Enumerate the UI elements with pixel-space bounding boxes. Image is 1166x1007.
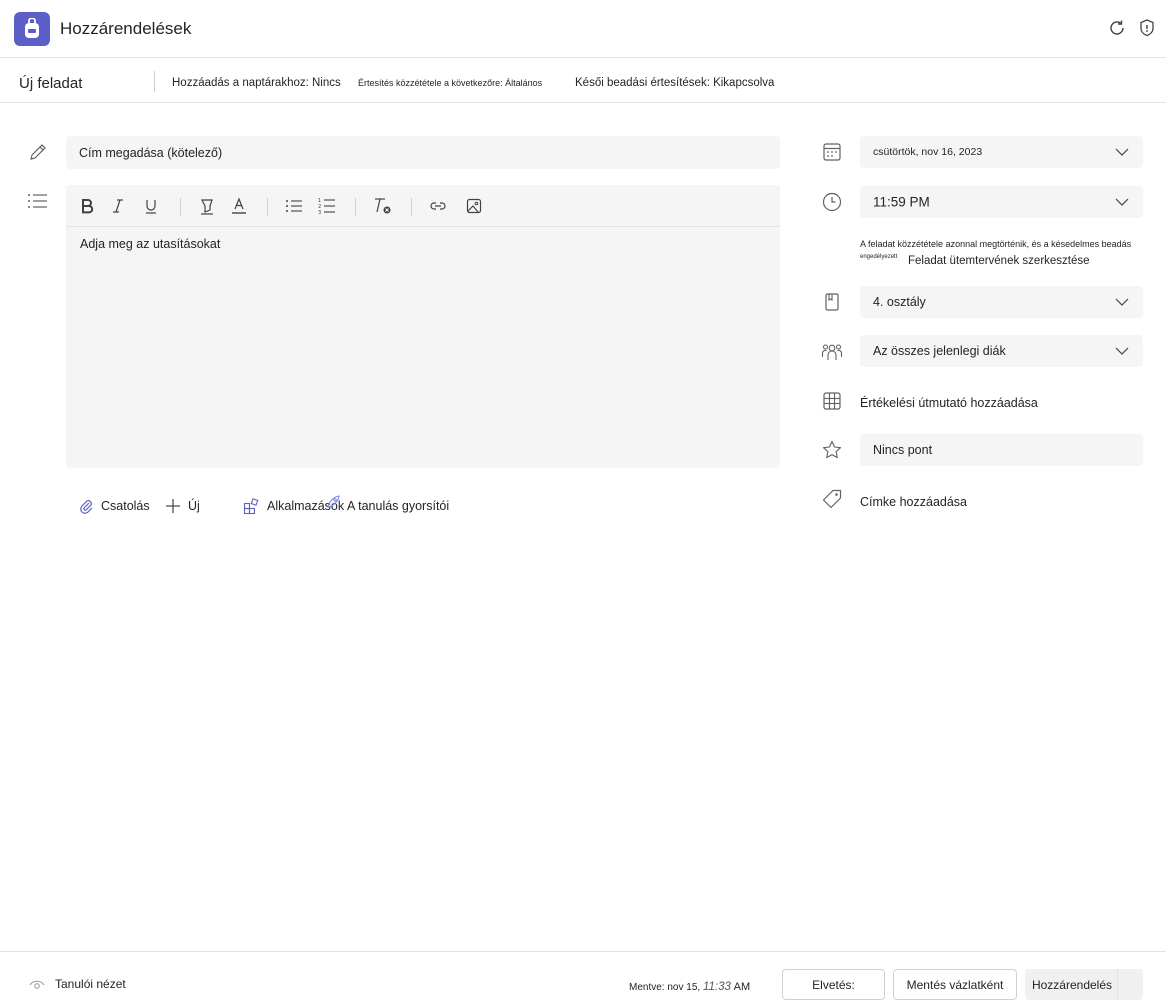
- calendar-setting-link[interactable]: Hozzáadás a naptárakhoz: Nincs: [172, 77, 341, 89]
- student-view-label: Tanulói nézet: [55, 977, 126, 991]
- refresh-icon[interactable]: [1107, 18, 1127, 38]
- footer-bar: Tanulói nézet Mentve: nov 15, 11:33 AM E…: [0, 951, 1166, 1007]
- svg-text:3: 3: [318, 210, 321, 215]
- assign-split-divider: [1117, 969, 1118, 1000]
- edit-schedule-link[interactable]: Feladat ütemtervének szerkesztése: [908, 255, 1090, 267]
- link-icon[interactable]: [428, 196, 448, 216]
- learning-accelerators-button[interactable]: A tanulás gyorsítói: [325, 494, 449, 514]
- due-time-dropdown[interactable]: 11:59 PM: [860, 186, 1143, 218]
- save-draft-button[interactable]: Mentés vázlatként: [893, 969, 1017, 1000]
- bullet-list-icon[interactable]: [284, 196, 304, 216]
- due-date-dropdown[interactable]: csütörtök, nov 16, 2023: [860, 136, 1143, 168]
- class-notebook-icon: [821, 291, 843, 313]
- students-dropdown[interactable]: Az összes jelenlegi diák: [860, 335, 1143, 367]
- bold-icon[interactable]: [77, 196, 97, 216]
- image-icon[interactable]: [464, 196, 484, 216]
- highlight-icon[interactable]: [197, 196, 217, 216]
- points-input[interactable]: Nincs pont: [860, 434, 1143, 466]
- attach-button[interactable]: Csatolás: [78, 496, 150, 516]
- backpack-icon: [14, 12, 50, 46]
- new-button[interactable]: Új: [165, 496, 200, 516]
- format-toolbar: 123: [66, 185, 780, 227]
- chevron-down-icon: [1115, 347, 1129, 355]
- divider: [154, 71, 155, 92]
- toolbar-divider: [180, 198, 181, 216]
- students-value: Az összes jelenlegi diák: [873, 344, 1006, 358]
- schedule-note-small: engedélyezett: [860, 254, 898, 260]
- assignment-settings-bar: Új feladat Hozzáadás a naptárakhoz: Ninc…: [0, 58, 1166, 103]
- points-value: Nincs pont: [873, 443, 933, 457]
- pencil-icon: [28, 142, 48, 167]
- font-color-icon[interactable]: [229, 196, 249, 216]
- toolbar-divider: [267, 198, 268, 216]
- new-label: Új: [188, 499, 200, 513]
- page-title: Új feladat: [19, 75, 83, 92]
- toolbar-divider: [355, 198, 356, 216]
- tag-icon: [821, 488, 843, 510]
- app-title: Hozzárendelések: [60, 19, 192, 38]
- class-dropdown[interactable]: 4. osztály: [860, 286, 1143, 318]
- numbered-list-icon[interactable]: 123: [317, 196, 337, 216]
- learning-accelerators-label: A tanulás gyorsítói: [347, 499, 450, 513]
- plus-icon: [166, 499, 180, 513]
- discard-button[interactable]: Elvetés:: [782, 969, 885, 1000]
- italic-icon[interactable]: [108, 196, 128, 216]
- late-submission-setting-link[interactable]: Késői beadási értesítések: Kikapcsolva: [575, 77, 774, 89]
- saved-label: Mentve: nov 15,: [629, 982, 701, 993]
- student-view-button[interactable]: Tanulói nézet: [29, 977, 126, 991]
- calendar-icon: [821, 141, 843, 163]
- clear-format-icon[interactable]: [372, 196, 392, 216]
- text-description-icon: [27, 192, 49, 215]
- assign-button[interactable]: Hozzárendelés: [1025, 969, 1143, 1000]
- notify-setting-link[interactable]: Értesítés közzététele a következőre: Ált…: [358, 78, 542, 88]
- schedule-note: A feladat közzététele azonnal megtörténi…: [860, 239, 1132, 249]
- app-header: Hozzárendelések: [0, 0, 1166, 58]
- rocket-icon: [327, 495, 340, 508]
- underline-icon[interactable]: [141, 196, 161, 216]
- assign-label: Hozzárendelés: [1031, 977, 1113, 992]
- due-time-value: 11:59 PM: [873, 194, 930, 210]
- rubric-grid-icon: [821, 390, 843, 412]
- star-icon: [821, 439, 843, 461]
- chevron-down-icon: [1115, 198, 1129, 206]
- title-input[interactable]: [66, 136, 780, 169]
- clock-icon: [821, 191, 843, 213]
- instructions-placeholder[interactable]: Adja meg az utasításokat: [80, 237, 220, 251]
- chevron-down-icon: [1115, 298, 1129, 306]
- add-tag-link[interactable]: Címke hozzáadása: [860, 495, 967, 509]
- saved-time: 11:33: [702, 981, 731, 993]
- paperclip-icon: [80, 500, 93, 514]
- attach-label: Csatolás: [101, 499, 150, 513]
- add-rubric-link[interactable]: Értékelési útmutató hozzáadása: [860, 396, 1038, 410]
- class-value: 4. osztály: [873, 295, 926, 309]
- people-icon: [821, 340, 843, 362]
- shield-icon[interactable]: [1138, 18, 1158, 38]
- saved-ampm: AM: [733, 981, 751, 993]
- instructions-editor[interactable]: 123 Adja meg az utasításokat: [66, 185, 780, 468]
- toolbar-divider: [411, 198, 412, 216]
- chevron-down-icon: [1115, 148, 1129, 156]
- eye-icon: [29, 980, 45, 989]
- saved-status: Mentve: nov 15, 11:33 AM: [629, 981, 750, 993]
- due-date-value: csütörtök, nov 16, 2023: [873, 146, 983, 158]
- apps-icon: [243, 497, 259, 514]
